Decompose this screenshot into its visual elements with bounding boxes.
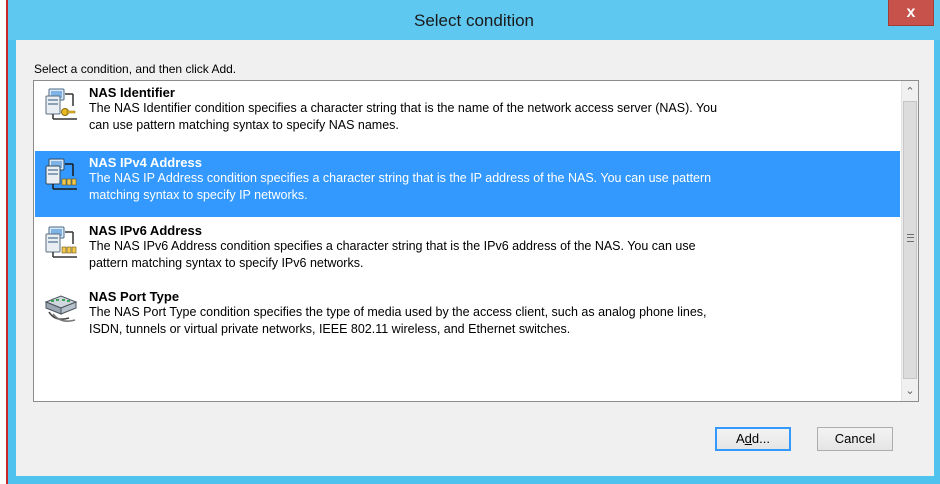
add-button[interactable]: Add... <box>715 427 791 451</box>
dialog-body: Select a condition, and then click Add. <box>16 40 934 476</box>
close-button[interactable]: x <box>888 0 934 26</box>
vertical-scrollbar[interactable]: ⌃ ⌄ <box>901 81 918 401</box>
condition-description: The NAS IPv6 Address condition specifies… <box>89 239 696 253</box>
condition-list[interactable]: NAS Identifier The NAS Identifier condit… <box>33 80 919 402</box>
list-item-nas-identifier[interactable]: NAS Identifier The NAS Identifier condit… <box>35 81 900 147</box>
condition-name: NAS IPv6 Address <box>89 223 202 238</box>
condition-description: pattern matching syntax to specify IPv6 … <box>89 256 364 270</box>
condition-description: can use pattern matching syntax to speci… <box>89 118 399 132</box>
scroll-up-icon[interactable]: ⌃ <box>902 83 918 100</box>
background-window-edge <box>0 0 8 484</box>
cancel-button[interactable]: Cancel <box>817 427 893 451</box>
network-server-ip-icon <box>45 226 77 258</box>
list-item-nas-ipv4-address[interactable]: NAS IPv4 Address The NAS IP Address cond… <box>35 151 900 217</box>
condition-description: The NAS Identifier condition specifies a… <box>89 101 718 115</box>
condition-name: NAS IPv4 Address <box>89 155 202 170</box>
add-button-mnemonic: d <box>744 431 752 446</box>
close-icon: x <box>906 3 916 21</box>
condition-description: ISDN, tunnels or virtual private network… <box>89 322 571 336</box>
title-bar[interactable]: Select condition x <box>8 0 940 40</box>
grip-icon <box>907 234 914 242</box>
list-item-nas-port-type[interactable]: NAS Port Type The NAS Port Type conditio… <box>35 285 900 351</box>
list-item-nas-ipv6-address[interactable]: NAS IPv6 Address The NAS IPv6 Address co… <box>35 219 900 285</box>
condition-name: NAS Identifier <box>89 85 175 100</box>
condition-description: The NAS IP Address condition specifies a… <box>89 171 712 185</box>
condition-description: matching syntax to specify IP networks. <box>89 188 308 202</box>
network-server-ip-icon <box>45 158 77 190</box>
dialog-title: Select condition <box>413 11 535 30</box>
network-switch-icon <box>44 295 78 322</box>
add-button-label-end: d... <box>751 431 770 446</box>
condition-name: NAS Port Type <box>89 289 180 304</box>
instruction-text: Select a condition, and then click Add. <box>34 62 237 76</box>
condition-description: The NAS Port Type condition specifies th… <box>89 305 707 319</box>
select-condition-dialog: Select condition x Select a condition, a… <box>8 0 940 484</box>
network-server-key-icon <box>45 88 77 120</box>
scroll-down-icon[interactable]: ⌄ <box>902 382 918 399</box>
scrollbar-thumb[interactable] <box>903 101 917 379</box>
add-button-label-start: A <box>736 431 745 446</box>
